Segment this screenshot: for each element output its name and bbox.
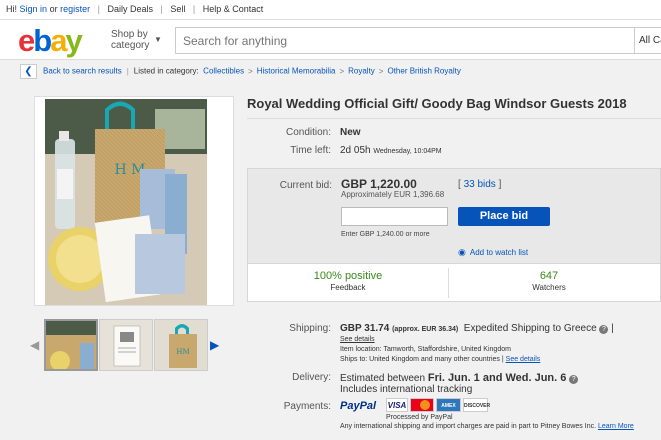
tracking-note: Includes international tracking <box>340 384 473 395</box>
processed-by-paypal: Processed by PayPal <box>386 414 453 421</box>
help-contact-link[interactable]: Help & Contact <box>203 4 264 14</box>
chevron-down-icon: ▼ <box>154 35 162 44</box>
condition-value: New <box>340 127 361 138</box>
thumbnail-2[interactable] <box>99 319 153 371</box>
greeting: Hi! <box>6 4 17 14</box>
mastercard-icon: MC <box>410 398 434 412</box>
place-bid-button[interactable]: Place bid <box>458 207 550 226</box>
category-select[interactable]: All Ca <box>634 27 661 54</box>
bid-count: [ 33 bids ] <box>458 179 502 190</box>
delivery-estimate: Estimated between Fri. Jun. 1 and Wed. J… <box>340 372 579 384</box>
divider: | <box>160 4 163 14</box>
top-nav-bar: Hi! Sign in or register | Daily Deals | … <box>0 0 661 20</box>
time-left-label: Time left: <box>290 145 331 156</box>
current-bid-label: Current bid: <box>279 180 332 191</box>
bids-link[interactable]: 33 bids <box>464 179 496 190</box>
shipping-approx: (approx. EUR 36.34) <box>392 326 459 333</box>
back-to-search-link[interactable]: Back to search results <box>43 67 122 76</box>
breadcrumb-item[interactable]: Historical Memorabilia <box>257 67 336 76</box>
seller-stats: 100% positive Feedback 647 Watchers <box>248 263 660 301</box>
shipping-cost: GBP 31.74 (approx. EUR 36.34) Expedited … <box>340 323 614 334</box>
header: ebay Shop by category ▼ All Ca <box>0 20 661 60</box>
prev-arrow-icon[interactable]: ◀ <box>30 338 39 352</box>
feedback-label: Feedback <box>330 283 366 292</box>
see-details-link-2[interactable]: See details <box>506 356 541 363</box>
current-bid-price: GBP 1,220.00 <box>341 177 417 191</box>
breadcrumb-item[interactable]: Other British Royalty <box>387 67 460 76</box>
breadcrumb-item[interactable]: Collectibles <box>203 67 244 76</box>
sign-in-link[interactable]: Sign in <box>20 4 48 14</box>
time-left-detail: Wednesday, 10:04PM <box>373 148 442 155</box>
goody-bag-photo: H M <box>45 99 207 305</box>
listing-title: Royal Wedding Official Gift/ Goody Bag W… <box>247 96 627 111</box>
ebay-logo[interactable]: ebay <box>18 25 83 56</box>
feedback-stat: 100% positive Feedback <box>248 264 448 302</box>
breadcrumb: ❮ Back to search results | Listed in catego… <box>20 64 461 79</box>
time-left-value: 2d 05h Wednesday, 10:04PM <box>340 145 442 156</box>
item-location: Item location: Tamworth, Staffordshire, … <box>340 346 511 353</box>
eye-icon: ◉ <box>458 247 466 257</box>
search-input[interactable] <box>183 34 583 48</box>
delivery-label: Delivery: <box>292 372 331 383</box>
listed-in-label: Listed in category: <box>133 66 199 76</box>
positive-feedback: 100% positive <box>313 270 383 282</box>
bid-amount-input[interactable] <box>341 207 448 226</box>
bid-hint: Enter GBP 1,240.00 or more <box>341 231 430 238</box>
learn-more-link[interactable]: Learn More <box>598 423 634 430</box>
thumbnail-strip: ◀ HM ▶ <box>30 318 234 374</box>
thumbnail-1[interactable] <box>44 319 98 371</box>
import-charges-note: Any international shipping and import ch… <box>340 423 634 430</box>
sell-link[interactable]: Sell <box>170 4 185 14</box>
divider: | <box>192 4 196 14</box>
condition-label: Condition: <box>285 127 331 138</box>
shop-by-category-button[interactable]: Shop by category ▼ <box>111 29 162 51</box>
breadcrumb-item[interactable]: Royalty <box>348 67 375 76</box>
amex-icon: AMEX <box>436 398 461 412</box>
next-arrow-icon[interactable]: ▶ <box>210 338 219 352</box>
register-link[interactable]: register <box>60 4 90 14</box>
thumbnail-3[interactable]: HM <box>154 319 208 371</box>
back-arrow-icon[interactable]: ❮ <box>20 64 37 79</box>
bid-box: Current bid: GBP 1,220.00 Approximately … <box>247 168 661 302</box>
visa-icon: VISA <box>386 398 408 412</box>
help-icon[interactable]: ? <box>599 325 609 334</box>
paypal-logo: PayPal <box>340 400 377 412</box>
main-product-image[interactable]: H M <box>34 96 234 306</box>
divider: | <box>97 4 100 14</box>
divider <box>247 118 661 119</box>
ships-to: Ships to: United Kingdom and many other … <box>340 356 541 363</box>
discover-icon: DISCOVER <box>463 398 490 412</box>
shipping-label: Shipping: <box>289 323 331 334</box>
see-details-link[interactable]: See details <box>340 336 375 343</box>
current-bid-approx: Approximately EUR 1,396.68 <box>341 190 445 199</box>
search-box[interactable] <box>175 27 635 54</box>
daily-deals-link[interactable]: Daily Deals <box>107 4 153 14</box>
shipping-method: Expedited Shipping to Greece <box>463 323 597 334</box>
watchers-label: Watchers <box>532 283 566 292</box>
or-text: or <box>49 4 58 14</box>
help-icon[interactable]: ? <box>569 375 579 384</box>
add-to-watch-list-link[interactable]: ◉ Add to watch list <box>458 247 528 258</box>
payments-label: Payments: <box>283 401 331 412</box>
watchers-count: 647 <box>539 270 559 282</box>
product-photo-illustration: H M <box>45 99 207 305</box>
svg-text:HM: HM <box>176 348 189 356</box>
watchers-stat: 647 Watchers <box>449 264 649 302</box>
